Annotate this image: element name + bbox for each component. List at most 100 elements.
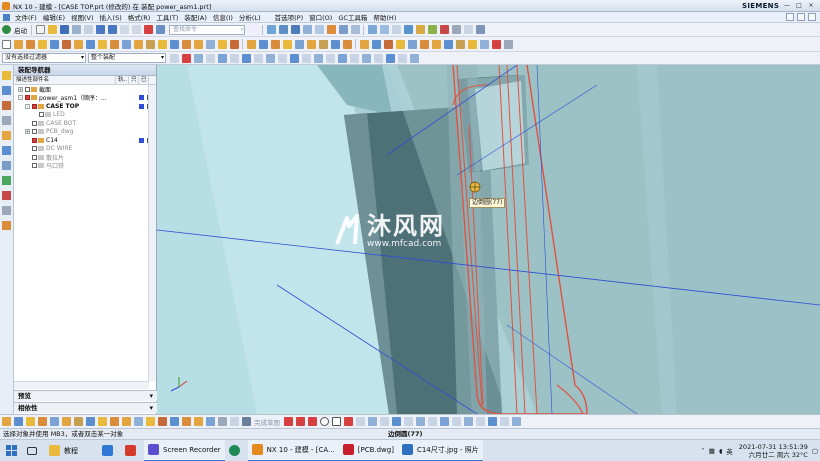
mirror-curve-icon[interactable] [427, 417, 437, 426]
point-icon[interactable] [270, 39, 280, 49]
trim-body-icon[interactable] [193, 39, 203, 49]
zoom-icon[interactable] [302, 25, 312, 34]
csys-icon[interactable] [403, 25, 413, 34]
menu-preferences[interactable]: 首选项(P) [272, 12, 307, 22]
mirror-icon[interactable] [181, 39, 191, 49]
window-tile-icon[interactable] [463, 25, 473, 34]
horizontal-scrollbar[interactable] [14, 381, 149, 389]
draft-icon[interactable] [157, 39, 167, 49]
make-corner-icon[interactable] [391, 417, 401, 426]
rotate-icon[interactable] [278, 25, 288, 34]
finish-sketch-button[interactable]: 完成草图 [254, 417, 280, 427]
rectangle-icon[interactable] [331, 417, 341, 426]
bt-mirror-icon[interactable] [97, 417, 107, 426]
history-tab-icon[interactable] [2, 161, 11, 170]
col-track[interactable]: 轨.. [116, 76, 129, 84]
roles-tab-icon[interactable] [2, 191, 11, 200]
point-sketch-icon[interactable] [343, 417, 353, 426]
tree-row[interactable]: - CASE TOP [14, 102, 156, 111]
menu-gc-toolbox[interactable]: GC工具箱 [335, 12, 370, 22]
search-icon[interactable]: ⌕ [241, 26, 244, 34]
bt-trim-icon[interactable] [109, 417, 119, 426]
menu-format[interactable]: 格式(R) [125, 12, 154, 22]
measure-icon[interactable] [439, 25, 449, 34]
offset-curve-icon[interactable] [403, 417, 413, 426]
bt-subtract-icon[interactable] [37, 417, 47, 426]
exploded-view-icon[interactable] [419, 39, 429, 49]
cut-icon[interactable] [83, 25, 93, 34]
pad-icon[interactable] [73, 39, 83, 49]
bt-blend-icon[interactable] [49, 417, 59, 426]
interference-icon[interactable] [443, 39, 453, 49]
constraint-icon[interactable] [451, 417, 461, 426]
surface-icon[interactable] [294, 39, 304, 49]
quick-extend-icon[interactable] [379, 417, 389, 426]
snap-perp-icon[interactable] [409, 53, 419, 63]
visibility-checkbox[interactable] [32, 137, 37, 143]
dimension-icon[interactable] [439, 417, 449, 426]
bt-thicken-icon[interactable] [157, 417, 167, 426]
bt-draft-icon[interactable] [145, 417, 155, 426]
reuse-library-tab-icon[interactable] [2, 116, 11, 125]
tree-row[interactable]: + 截面 [14, 85, 156, 94]
tree-row[interactable]: C14 [14, 136, 156, 145]
snap-center-icon[interactable] [277, 53, 287, 63]
fillet-sketch-icon[interactable] [355, 417, 365, 426]
tree-row[interactable]: CASE BOT [14, 119, 156, 128]
datum-axis-icon[interactable] [258, 39, 268, 49]
col-readonly[interactable]: 只 [129, 76, 139, 84]
section-view-icon[interactable] [367, 25, 377, 34]
snap-on-curve-icon[interactable] [313, 53, 323, 63]
bt-swept-icon[interactable] [193, 417, 203, 426]
tree-row[interactable]: LED [14, 111, 156, 120]
render-style-icon[interactable] [326, 25, 336, 34]
through-curves-icon[interactable] [318, 39, 328, 49]
display-constraint-icon[interactable] [475, 417, 485, 426]
tool-icon[interactable] [451, 25, 461, 34]
layer-icon[interactable] [391, 25, 401, 34]
delete-icon[interactable] [143, 25, 153, 34]
taskbar-item-edge[interactable] [225, 440, 248, 461]
open-folder-icon[interactable] [47, 25, 57, 34]
tree-row[interactable]: 马口铁 [14, 162, 156, 170]
bt-unite-icon[interactable] [25, 417, 35, 426]
sketch-icon[interactable] [1, 39, 11, 49]
assembly-scope-select[interactable]: 整个装配 [88, 53, 166, 63]
taskbar-item-screen-recorder[interactable]: Screen Recorder [144, 439, 225, 461]
select-all-icon[interactable] [169, 53, 179, 63]
task-view-button[interactable] [23, 440, 45, 461]
snap-pole-icon[interactable] [385, 53, 395, 63]
visibility-checkbox[interactable] [32, 154, 37, 160]
windows-start-button[interactable] [0, 440, 23, 461]
bt-sew-icon[interactable] [169, 417, 179, 426]
expand-toggle-icon[interactable]: - [18, 95, 23, 101]
taskbar-item-tutorial[interactable]: 教程 [45, 440, 82, 461]
copy-icon[interactable] [119, 25, 129, 34]
bt-surface-icon[interactable] [205, 417, 215, 426]
alternate-solution-icon[interactable] [499, 417, 509, 426]
snap-intersection-icon[interactable] [301, 53, 311, 63]
extrude-icon[interactable] [13, 39, 23, 49]
view-fit-icon[interactable] [266, 25, 276, 34]
bt-chamfer-icon[interactable] [61, 417, 71, 426]
edge-blend-icon[interactable] [121, 39, 131, 49]
orient-view-icon[interactable] [314, 25, 324, 34]
visibility-checkbox[interactable] [39, 112, 44, 118]
snap-arc-icon[interactable] [373, 53, 383, 63]
mirror-assembly-icon[interactable] [407, 39, 417, 49]
tree-row[interactable]: DC WIRE [14, 145, 156, 154]
minimize-doc-icon[interactable] [797, 13, 805, 21]
profile-icon[interactable] [283, 417, 293, 426]
expand-toggle-icon[interactable]: - [25, 103, 30, 109]
minimize-button[interactable]: — [782, 1, 792, 10]
snap-point-icon[interactable] [205, 53, 215, 63]
shaded-icon[interactable] [338, 25, 348, 34]
menu-insert[interactable]: 插入(S) [97, 12, 125, 22]
quick-trim-icon[interactable] [367, 417, 377, 426]
menu-tools[interactable]: 工具(T) [153, 12, 181, 22]
clip-icon[interactable] [379, 25, 389, 34]
save-icon[interactable] [59, 25, 69, 34]
revolve-icon[interactable] [25, 39, 35, 49]
tree-row[interactable]: - power_asm1（顺序：... [14, 94, 156, 102]
process-studio-tab-icon[interactable] [2, 176, 11, 185]
